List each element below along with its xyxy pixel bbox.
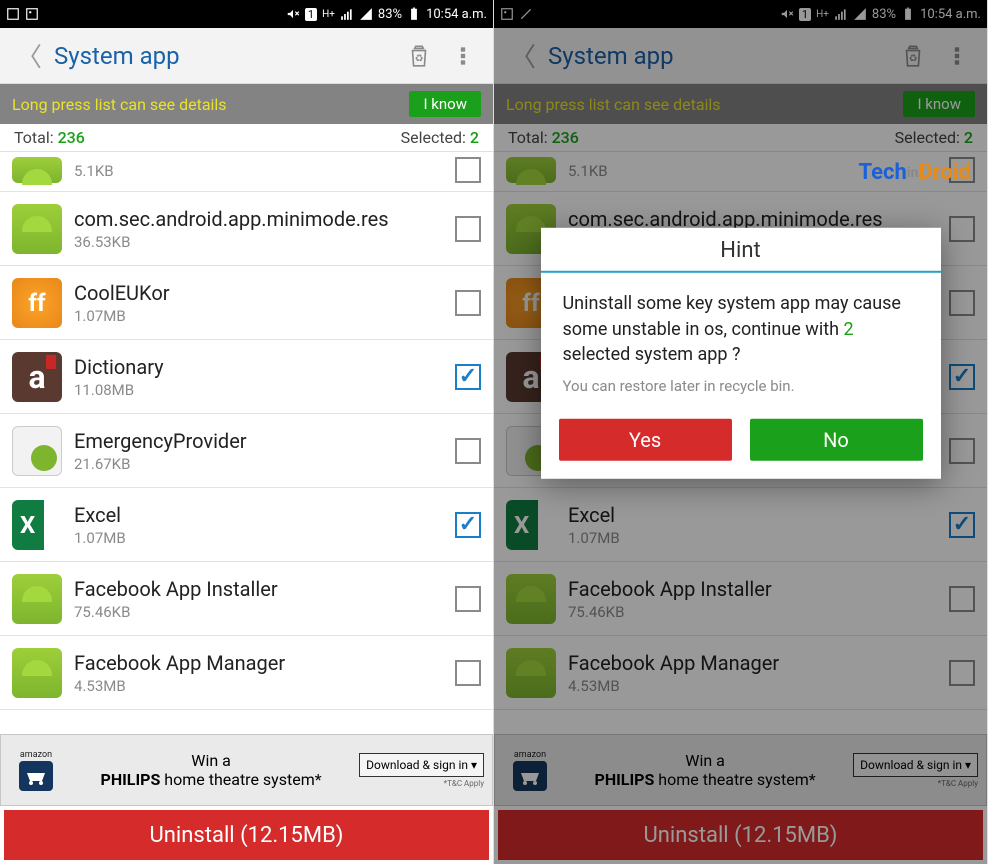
app-row[interactable]: Dictionary 11.08MB xyxy=(0,340,493,414)
app-row[interactable]: Facebook App Manager 4.53MB xyxy=(0,636,493,710)
app-row[interactable]: Excel 1.07MB xyxy=(0,488,493,562)
dialog-title: Hint xyxy=(541,228,941,273)
back-button[interactable]: 〈 xyxy=(8,37,50,74)
ad-tc: *T&C Apply xyxy=(444,779,484,788)
ad-text: Win a PHILIPS home theatre system* xyxy=(71,751,351,789)
cool-app-icon: ff xyxy=(12,278,62,328)
android-app-icon xyxy=(12,204,62,254)
app-size: 5.1KB xyxy=(74,162,443,180)
signal-icon xyxy=(340,7,354,21)
count-bar: Total: 236 Selected: 2 xyxy=(0,124,493,152)
ad-download-button[interactable]: Download & sign in ▾ xyxy=(359,753,484,777)
app-name: CoolEUKor xyxy=(74,281,443,305)
page-title: System app xyxy=(50,42,397,70)
app-row[interactable]: Facebook App Installer 75.46KB xyxy=(0,562,493,636)
app-row[interactable]: EmergencyProvider 21.67KB xyxy=(0,414,493,488)
svg-text:amazon: amazon xyxy=(20,750,52,760)
ad-banner[interactable]: amazon Win a PHILIPS home theatre system… xyxy=(0,734,493,806)
android-app-icon xyxy=(12,648,62,698)
app-checkbox[interactable] xyxy=(455,157,481,183)
app-checkbox[interactable] xyxy=(455,660,481,686)
svg-text:♻: ♻ xyxy=(415,53,424,64)
battery-percent: 83% xyxy=(378,7,402,22)
menu-button[interactable] xyxy=(441,34,485,78)
app-checkbox[interactable] xyxy=(455,512,481,538)
dialog-no-button[interactable]: No xyxy=(750,419,923,461)
app-name: Facebook App Manager xyxy=(74,651,443,675)
app-size: 4.53MB xyxy=(74,677,443,695)
recycle-button[interactable]: ♻ xyxy=(397,34,441,78)
android-app-icon xyxy=(12,157,62,183)
amazon-logo-icon: amazon xyxy=(9,743,63,797)
dialog-body: Uninstall some key system app may cause … xyxy=(541,273,941,373)
app-checkbox[interactable] xyxy=(455,364,481,390)
app-checkbox[interactable] xyxy=(455,290,481,316)
hint-bar: Long press list can see details I know xyxy=(0,84,493,124)
clock: 10:54 a.m. xyxy=(426,7,487,22)
app-size: 36.53KB xyxy=(74,233,443,251)
android-app-icon xyxy=(12,574,62,624)
screenshot-left: 1 H+ 83% 10:54 a.m. 〈 System app ♻ Long … xyxy=(0,0,494,864)
app-name: Excel xyxy=(74,503,443,527)
status-bar: 1 H+ 83% 10:54 a.m. xyxy=(0,0,493,28)
app-row[interactable]: com.sec.android.app.minimode.res 36.53KB xyxy=(0,192,493,266)
app-toolbar: 〈 System app ♻ xyxy=(0,28,493,84)
dialog-yes-button[interactable]: Yes xyxy=(559,419,732,461)
excel-app-icon xyxy=(12,500,62,550)
mute-icon xyxy=(286,7,300,21)
app-size: 1.07MB xyxy=(74,529,443,547)
battery-icon xyxy=(407,7,421,21)
confirm-dialog: Hint Uninstall some key system app may c… xyxy=(541,228,941,479)
hint-dismiss-button[interactable]: I know xyxy=(409,91,481,117)
app-name: Dictionary xyxy=(74,355,443,379)
signal-icon-2 xyxy=(359,7,373,21)
network-type: H+ xyxy=(322,9,335,20)
watermark: TechinDroid xyxy=(858,160,971,185)
uninstall-button[interactable]: Uninstall (12.15MB) xyxy=(4,810,489,860)
app-checkbox[interactable] xyxy=(455,438,481,464)
hint-text: Long press list can see details xyxy=(12,95,227,114)
app-size: 1.07MB xyxy=(74,307,443,325)
screenshot-icon xyxy=(6,7,20,21)
app-list[interactable]: 5.1KB com.sec.android.app.minimode.res 36.… xyxy=(0,152,493,734)
total-label: Total: 236 xyxy=(14,128,85,147)
app-checkbox[interactable] xyxy=(455,586,481,612)
app-checkbox[interactable] xyxy=(455,216,481,242)
dict-app-icon xyxy=(12,352,62,402)
sim-badge: 1 xyxy=(305,8,317,21)
app-name: EmergencyProvider xyxy=(74,429,443,453)
app-row[interactable]: ff CoolEUKor 1.07MB xyxy=(0,266,493,340)
trash-recycle-icon: ♻ xyxy=(406,43,432,69)
screenshot-right: 1 H+ 83% 10:54 a.m. 〈 System app ♻ Long … xyxy=(494,0,988,864)
app-size: 11.08MB xyxy=(74,381,443,399)
dialog-subtext: You can restore later in recycle bin. xyxy=(541,373,941,409)
image-icon xyxy=(25,7,39,21)
emerg-app-icon xyxy=(12,426,62,476)
app-size: 75.46KB xyxy=(74,603,443,621)
app-name: com.sec.android.app.minimode.res xyxy=(74,207,443,231)
app-size: 21.67KB xyxy=(74,455,443,473)
kebab-icon xyxy=(450,43,476,69)
selected-label: Selected: 2 xyxy=(401,128,479,147)
app-name: Facebook App Installer xyxy=(74,577,443,601)
app-row[interactable]: 5.1KB xyxy=(0,152,493,192)
